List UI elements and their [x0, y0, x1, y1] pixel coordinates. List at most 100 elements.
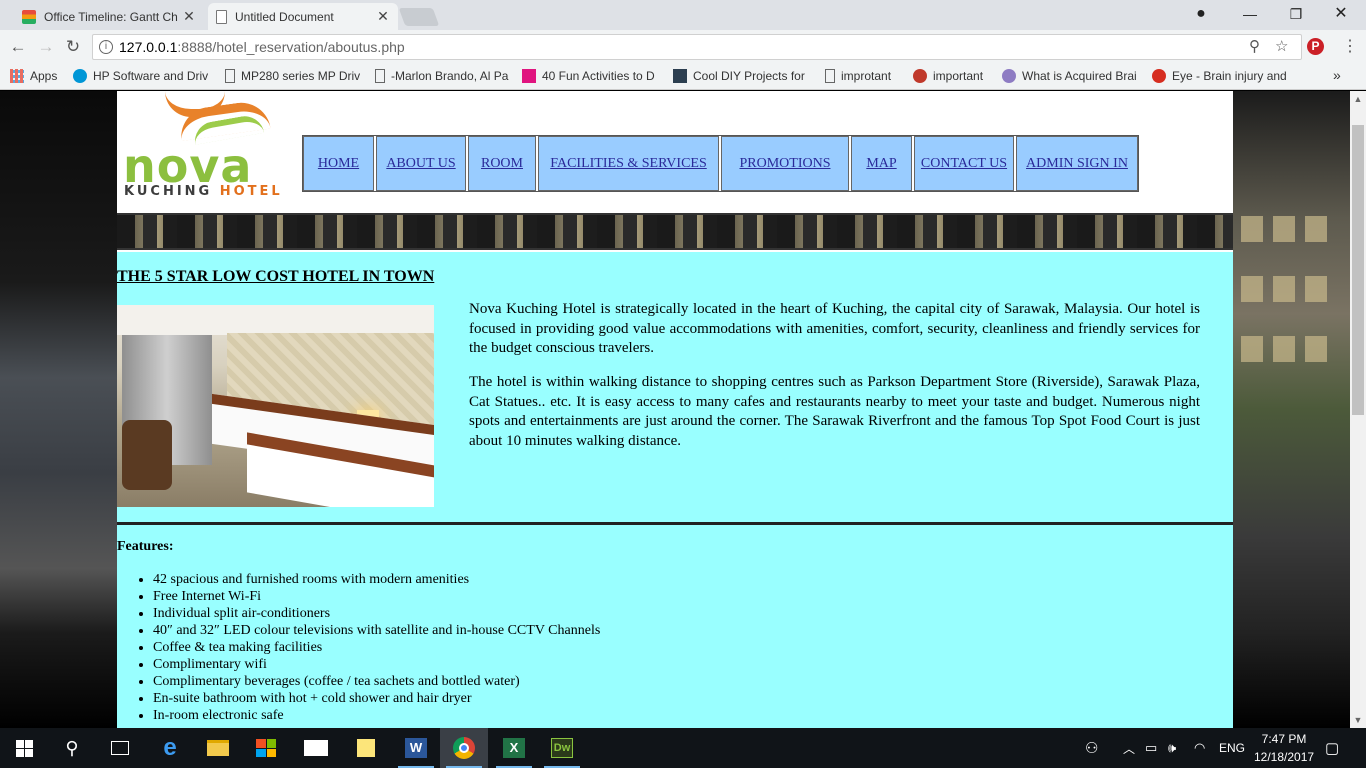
- nav-facilities-services[interactable]: FACILITIES & SERVICES: [538, 136, 719, 191]
- more-bookmarks-icon[interactable]: »: [1333, 67, 1341, 83]
- nav-home[interactable]: HOME: [303, 136, 374, 191]
- page-icon: [225, 69, 235, 83]
- background-right-photo: [1233, 91, 1350, 728]
- volume-icon[interactable]: 🕪: [1168, 728, 1176, 768]
- apple-icon: [913, 69, 927, 83]
- system-clock[interactable]: 7:47 PM 12/18/2017: [1254, 730, 1314, 766]
- bookmark-diy[interactable]: Cool DIY Projects for: [673, 69, 808, 83]
- pinterest-extension-icon[interactable]: P: [1307, 38, 1324, 55]
- nav-room[interactable]: ROOM: [468, 136, 536, 191]
- list-item: 40″ and 32″ LED colour televisions with …: [153, 622, 600, 639]
- chrome-icon[interactable]: [440, 728, 488, 768]
- start-button[interactable]: [0, 728, 48, 768]
- scroll-up-icon[interactable]: ▲: [1350, 91, 1366, 107]
- list-item: In-room electronic safe: [153, 707, 600, 724]
- nav-map[interactable]: MAP: [851, 136, 912, 191]
- bookmark-hp[interactable]: HP Software and Driv: [73, 69, 213, 83]
- excel-icon[interactable]: X: [490, 728, 538, 768]
- logo-subtitle: KUCHING HOTEL: [124, 184, 283, 199]
- page-viewport: nova KUCHING HOTEL HOME ABOUT US ROOM FA…: [0, 91, 1350, 728]
- dreamweaver-icon[interactable]: Dw: [538, 728, 586, 768]
- nav-about-us[interactable]: ABOUT US: [376, 136, 466, 191]
- office-timeline-icon: [22, 9, 36, 24]
- list-item: 42 spacious and furnished rooms with mod…: [153, 571, 600, 588]
- site-container: nova KUCHING HOTEL HOME ABOUT US ROOM FA…: [117, 91, 1233, 728]
- list-item: En-suite bathroom with hot + cold shower…: [153, 690, 600, 707]
- back-button[interactable]: ←: [7, 36, 29, 58]
- restore-button[interactable]: ❐: [1273, 0, 1319, 28]
- close-tab-icon[interactable]: ✕: [182, 8, 196, 25]
- features-list: 42 spacious and furnished rooms with mod…: [153, 571, 600, 724]
- mail-icon[interactable]: [292, 728, 340, 768]
- bookmark-apps[interactable]: Apps: [10, 69, 70, 83]
- list-item: Free Internet Wi-Fi: [153, 588, 600, 605]
- tab-title: Untitled Document: [235, 9, 334, 24]
- page-scrollbar[interactable]: ▲ ▼: [1350, 91, 1366, 728]
- bookmarks-bar: Apps HP Software and Driv MP280 series M…: [0, 64, 1366, 90]
- url-host: 127.0.0.1: [119, 39, 178, 55]
- nav-admin-sign-in[interactable]: ADMIN SIGN IN: [1016, 136, 1138, 191]
- bookmark-eye-brain[interactable]: Eye - Brain injury and: [1152, 69, 1289, 83]
- info-icon[interactable]: i: [99, 40, 113, 54]
- hp-icon: [73, 69, 87, 83]
- close-window-button[interactable]: ✕: [1318, 0, 1364, 28]
- clock-date: 12/18/2017: [1254, 750, 1315, 764]
- tab-office-timeline[interactable]: Office Timeline: Gantt Ch ✕: [14, 3, 204, 30]
- star-bookmark-icon[interactable]: ☆: [1275, 35, 1288, 59]
- about-paragraph-1: Nova Kuching Hotel is strategically loca…: [469, 301, 1200, 356]
- background-left-photo: [0, 91, 117, 728]
- tab-untitled-document[interactable]: Untitled Document ✕: [208, 3, 398, 30]
- about-paragraph-2: The hotel is within walking distance to …: [469, 374, 1200, 449]
- hotel-banner-image: [117, 213, 1233, 250]
- features-title: Features:: [117, 539, 174, 554]
- reload-button[interactable]: ↻: [62, 36, 84, 58]
- menu-icon[interactable]: ⋮: [1342, 36, 1358, 56]
- nav-promotions[interactable]: PROMOTIONS: [721, 136, 849, 191]
- list-item: Complimentary wifi: [153, 656, 600, 673]
- list-item: Coffee & tea making facilities: [153, 639, 600, 656]
- scroll-down-icon[interactable]: ▼: [1350, 712, 1366, 728]
- task-view-icon[interactable]: [96, 728, 144, 768]
- room-photo: [117, 305, 434, 507]
- battery-icon[interactable]: ▭: [1145, 728, 1157, 768]
- sticky-notes-icon[interactable]: [342, 728, 390, 768]
- clock-time: 7:47 PM: [1261, 732, 1307, 746]
- zoom-icon[interactable]: ⚲: [1249, 35, 1260, 59]
- gear-icon: [1002, 69, 1016, 83]
- main-nav: HOME ABOUT US ROOM FACILITIES & SERVICES…: [302, 135, 1139, 192]
- bookmark-40-fun[interactable]: 40 Fun Activities to D: [522, 69, 662, 83]
- account-icon[interactable]: ●: [1178, 0, 1224, 28]
- bookmark-acquired-brain[interactable]: What is Acquired Brai: [1002, 69, 1139, 83]
- list-item: Individual split air-conditioners: [153, 605, 600, 622]
- windows-logo-icon: [15, 739, 33, 757]
- bookmark-mp280[interactable]: MP280 series MP Driv: [225, 69, 360, 83]
- windows-taskbar: ⚲ e W X Dw ⚇ ︿ ▭ 🕪 ◠ ENG 7:47 PM 12/18/2…: [0, 728, 1366, 768]
- show-hidden-icons[interactable]: ︿: [1123, 728, 1135, 768]
- wifi-icon[interactable]: ◠: [1194, 728, 1205, 768]
- address-bar[interactable]: i 127.0.0.1:8888/hotel_reservation/about…: [92, 34, 1302, 60]
- people-icon[interactable]: ⚇: [1085, 728, 1098, 768]
- store-icon[interactable]: [242, 728, 290, 768]
- nav-contact-us[interactable]: CONTACT US: [914, 136, 1014, 191]
- about-section: THE 5 STAR LOW COST HOTEL IN TOWN Nova K…: [117, 252, 1233, 522]
- url-path: :8888/hotel_reservation/aboutus.php: [177, 39, 405, 55]
- file-explorer-icon[interactable]: [194, 728, 242, 768]
- nova-logo[interactable]: nova KUCHING HOTEL: [121, 91, 289, 201]
- scroll-thumb[interactable]: [1352, 125, 1364, 415]
- language-indicator[interactable]: ENG: [1219, 728, 1245, 768]
- bookmark-marlon[interactable]: -Marlon Brando, Al Pa: [375, 69, 510, 83]
- forward-button[interactable]: →: [35, 36, 57, 58]
- close-tab-icon[interactable]: ✕: [376, 8, 390, 25]
- bookmark-improtant[interactable]: improtant: [825, 69, 905, 83]
- word-icon[interactable]: W: [392, 728, 440, 768]
- bookmark-important[interactable]: important: [913, 69, 993, 83]
- minimize-button[interactable]: —: [1227, 0, 1273, 28]
- page-icon: [825, 69, 835, 83]
- new-tab-button[interactable]: [398, 8, 440, 26]
- page-icon: [375, 69, 385, 83]
- apps-grid-icon: [10, 69, 24, 83]
- tab-strip: Office Timeline: Gantt Ch ✕ Untitled Doc…: [0, 0, 1366, 30]
- edge-icon[interactable]: e: [146, 728, 194, 768]
- notifications-icon[interactable]: ▢: [1325, 728, 1339, 768]
- search-icon[interactable]: ⚲: [48, 728, 96, 768]
